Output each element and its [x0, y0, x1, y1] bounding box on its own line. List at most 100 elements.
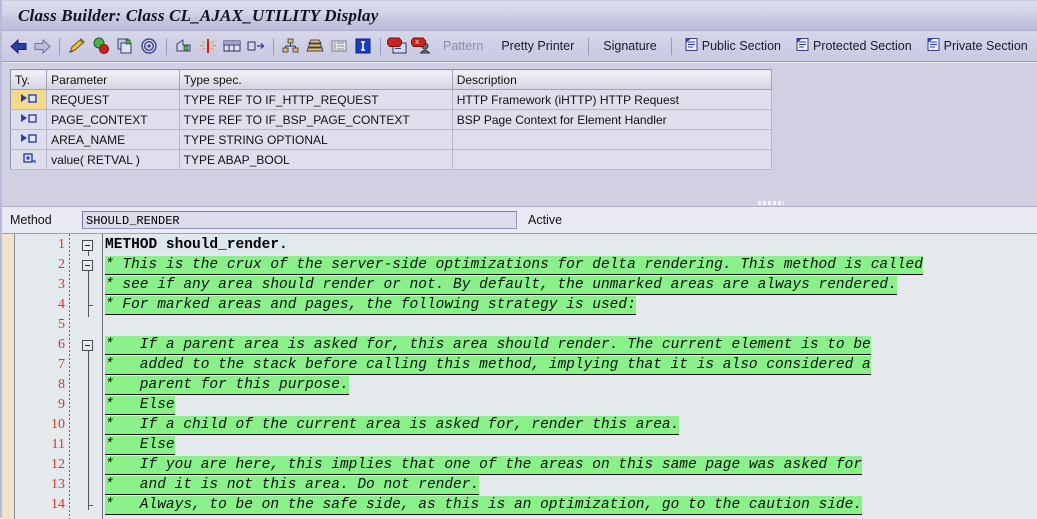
column-header-type-spec[interactable]: Type spec.: [179, 69, 453, 90]
importing-parameter-icon[interactable]: [10, 129, 48, 150]
insert-icon[interactable]: [196, 35, 220, 58]
code-line[interactable]: * For marked areas and pages, the follow…: [103, 295, 1037, 315]
toolbar-separator: [166, 37, 167, 55]
code-line[interactable]: * Else: [103, 435, 1037, 455]
code-editor: 1 2 3 4 5 6 7 8 9 10 11 12 13 14 METHOD should_render…: [2, 233, 1037, 519]
column-header-ty[interactable]: Ty.: [10, 69, 48, 90]
code-line-text: * If a child of the current area is aske…: [105, 416, 680, 434]
code-line[interactable]: * If a parent area is asked for, this ar…: [103, 335, 1037, 355]
cell-description[interactable]: BSP Page Context for Element Handler: [452, 109, 773, 130]
code-line[interactable]: * This is the crux of the server-side op…: [103, 255, 1037, 275]
code-text-area[interactable]: METHOD should_render. * This is the crux …: [102, 234, 1037, 519]
line-number: 1: [58, 237, 65, 252]
fold-toggle-icon[interactable]: [82, 240, 93, 251]
pretty-printer-button[interactable]: Pretty Printer: [492, 39, 583, 53]
display-object-list-icon[interactable]: [172, 35, 196, 58]
line-number: 8: [58, 377, 65, 392]
cell-parameter[interactable]: PAGE_CONTEXT: [46, 109, 180, 130]
fold-toggle-icon[interactable]: [82, 260, 93, 271]
check-syntax-icon[interactable]: [89, 35, 113, 58]
table-row[interactable]: AREA_NAME TYPE STRING OPTIONAL: [10, 129, 773, 150]
toolbar-separator: [588, 37, 590, 55]
code-line-text: * Always, to be on the safe side, as thi…: [105, 496, 863, 514]
forward-arrow-icon[interactable]: [30, 35, 54, 58]
cell-description[interactable]: [452, 149, 773, 170]
table-row[interactable]: value( RETVAL ) TYPE ABAP_BOOL: [10, 149, 773, 170]
importing-parameter-icon[interactable]: [10, 109, 48, 130]
back-arrow-icon[interactable]: [6, 35, 30, 58]
line-number: 11: [51, 437, 65, 452]
window-title: Class Builder: Class CL_AJAX_UTILITY Dis…: [18, 5, 379, 25]
parameter-table: Ty. Parameter Type spec. Description REQ…: [10, 69, 773, 170]
code-line[interactable]: * see if any area should render or not. …: [103, 275, 1037, 295]
cell-type-spec[interactable]: TYPE REF TO IF_BSP_PAGE_CONTEXT: [179, 109, 453, 130]
line-number: 6: [58, 337, 65, 352]
pattern-button[interactable]: Pattern: [434, 39, 492, 53]
code-line[interactable]: * If a child of the current area is aske…: [103, 415, 1037, 435]
cell-description[interactable]: [452, 129, 773, 150]
pencil-change-icon[interactable]: [65, 35, 89, 58]
code-line-text: * and it is not this area. Do not render…: [105, 476, 480, 494]
list-view-icon[interactable]: [327, 35, 351, 58]
line-number: 5: [58, 317, 65, 332]
fold-toggle-icon[interactable]: [82, 340, 93, 351]
panel-splitter[interactable]: [2, 199, 1037, 207]
line-number: 9: [58, 397, 65, 412]
display-table-icon[interactable]: [220, 35, 244, 58]
toolbar-separator: [670, 37, 672, 55]
code-line[interactable]: [103, 315, 1037, 335]
table-row[interactable]: REQUEST TYPE REF TO IF_HTTP_REQUEST HTTP…: [10, 89, 773, 110]
cell-type-spec[interactable]: TYPE STRING OPTIONAL: [179, 129, 453, 150]
code-line-text: * added to the stack before calling this…: [105, 356, 871, 374]
section-document-icon: [926, 37, 941, 55]
public-section-label: Public Section: [701, 39, 781, 53]
code-line[interactable]: * Else: [103, 395, 1037, 415]
line-number: 12: [51, 457, 65, 472]
status-badge: Active: [528, 213, 563, 227]
code-line-text: * If you are here, this implies that one…: [105, 456, 863, 474]
code-line-text: * This is the crux of the server-side op…: [105, 256, 923, 274]
class-hierarchy-icon[interactable]: [279, 35, 303, 58]
cell-type-spec[interactable]: TYPE REF TO IF_HTTP_REQUEST: [179, 89, 453, 110]
code-line[interactable]: METHOD should_render.: [103, 235, 1037, 255]
line-number: 2: [58, 257, 65, 272]
code-line[interactable]: * If you are here, this implies that one…: [103, 455, 1037, 475]
code-folding-gutter[interactable]: [77, 234, 102, 519]
other-object-icon[interactable]: [137, 35, 161, 58]
code-line[interactable]: * and it is not this area. Do not render…: [103, 475, 1037, 495]
cell-description[interactable]: HTTP Framework (iHTTP) HTTP Request: [452, 89, 773, 110]
code-line-text: * see if any area should render or not. …: [105, 276, 897, 294]
column-header-parameter[interactable]: Parameter: [46, 69, 180, 90]
cell-parameter[interactable]: AREA_NAME: [46, 129, 180, 150]
stop-display-icon[interactable]: [386, 35, 410, 58]
returning-parameter-icon[interactable]: [10, 149, 48, 170]
signature-button[interactable]: Signature: [594, 39, 666, 53]
cell-parameter[interactable]: REQUEST: [46, 89, 180, 110]
code-line-text: METHOD should_render.: [105, 236, 288, 254]
inheritance-stack-icon[interactable]: [303, 35, 327, 58]
public-section-button[interactable]: Public Section: [677, 37, 788, 55]
code-line[interactable]: * Always, to be on the safe side, as thi…: [103, 495, 1037, 515]
private-section-button[interactable]: Private Section: [919, 37, 1035, 55]
splitter-grip-icon[interactable]: [758, 201, 784, 205]
copy-icon[interactable]: [113, 35, 137, 58]
column-header-description[interactable]: Description: [452, 69, 773, 90]
info-icon[interactable]: [351, 35, 375, 58]
fold-end-tick: [88, 505, 93, 506]
expand-arrows-icon[interactable]: [244, 35, 268, 58]
protected-section-label: Protected Section: [812, 39, 912, 53]
window-titlebar: Class Builder: Class CL_AJAX_UTILITY Dis…: [2, 1, 1037, 31]
cell-parameter[interactable]: value( RETVAL ): [46, 149, 180, 170]
method-bar: Method SHOULD_RENDER Active: [2, 207, 1037, 233]
code-line[interactable]: * added to the stack before calling this…: [103, 355, 1037, 375]
stop-user-icon[interactable]: π: [410, 35, 434, 58]
table-row[interactable]: PAGE_CONTEXT TYPE REF TO IF_BSP_PAGE_CON…: [10, 109, 773, 130]
line-number: 14: [51, 497, 65, 512]
method-name-input[interactable]: SHOULD_RENDER: [82, 211, 517, 229]
protected-section-button[interactable]: Protected Section: [788, 37, 919, 55]
method-label: Method: [10, 213, 52, 227]
cell-type-spec[interactable]: TYPE ABAP_BOOL: [179, 149, 453, 170]
code-line[interactable]: * parent for this purpose.: [103, 375, 1037, 395]
editor-breakpoint-gutter[interactable]: [2, 234, 15, 519]
importing-parameter-icon[interactable]: [10, 89, 48, 110]
